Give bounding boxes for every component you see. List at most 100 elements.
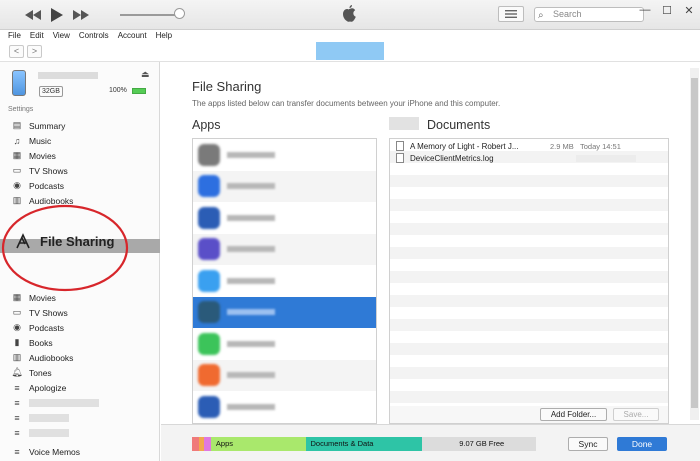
documents-list[interactable]: A Memory of Light - Robert J... 2.9 MB T… — [389, 138, 669, 408]
storage-segment — [192, 437, 199, 451]
playlist-icon: ≡ — [14, 382, 20, 393]
numbers-app-icon — [198, 332, 220, 355]
volume-slider[interactable] — [120, 14, 180, 16]
app-icon — [198, 301, 220, 323]
sidebar-item-playlist-redacted[interactable]: ≡ — [0, 410, 160, 425]
word-app-icon — [198, 206, 220, 229]
search-placeholder: Search — [553, 9, 582, 19]
film-icon: ▦ — [12, 150, 22, 160]
scrollbar-thumb[interactable] — [691, 78, 698, 408]
book-icon: ▮ — [14, 337, 20, 347]
menu-account[interactable]: Account — [118, 30, 147, 42]
sidebar-item-summary[interactable]: ▤ Summary — [0, 118, 160, 133]
document-name: DeviceClientMetrics.log — [410, 153, 494, 163]
sidebar-item-device-audiobooks[interactable]: ▥ Audiobooks — [0, 350, 160, 365]
audiobook-icon: ▥ — [12, 352, 22, 362]
sidebar-item-music[interactable]: ♫ Music — [0, 133, 160, 148]
list-item[interactable] — [193, 170, 376, 202]
sidebar-item-podcasts[interactable]: ◉ Podcasts — [0, 178, 160, 193]
word-app-icon — [198, 395, 220, 418]
menu-edit[interactable]: Edit — [30, 30, 44, 42]
podcast-icon: ◉ — [13, 322, 21, 332]
list-item[interactable] — [193, 328, 376, 359]
device-header: ⏏ 32GB 100% — [0, 62, 160, 104]
list-item[interactable] — [193, 233, 376, 265]
list-item[interactable]: DeviceClientMetrics.log — [390, 152, 668, 164]
forward-button[interactable]: > — [27, 45, 42, 58]
sidebar-item-tv-shows[interactable]: ▭ TV Shows — [0, 163, 160, 178]
sidebar-item-label: Tones — [29, 367, 52, 378]
document-name: A Memory of Light - Robert J... — [410, 141, 519, 151]
documents-footer: Add Folder... Save... — [389, 406, 669, 424]
play-icon[interactable] — [48, 6, 66, 24]
back-button[interactable]: < — [9, 45, 24, 58]
sidebar-item-label: Podcasts — [29, 322, 64, 333]
list-item[interactable] — [193, 202, 376, 233]
minimize-icon[interactable]: — — [634, 0, 656, 20]
sidebar-item-device-tones[interactable]: 🔔︎ Tones — [0, 365, 160, 380]
battery-icon — [132, 88, 146, 94]
sidebar-item-playlist-apologize[interactable]: ≡ Apologize — [0, 380, 160, 395]
sidebar-item-playlist-redacted[interactable]: ≡ — [0, 425, 160, 440]
bell-icon: 🔔︎ — [11, 367, 23, 377]
sidebar-item-device-tv-shows[interactable]: ▭ TV Shows — [0, 305, 160, 320]
sidebar-item-device-books[interactable]: ▮ Books — [0, 335, 160, 350]
sidebar-item-label: Voice Memos — [29, 446, 81, 457]
maximize-icon[interactable]: ☐ — [656, 0, 678, 20]
file-icon — [396, 153, 404, 163]
list-view-button[interactable] — [498, 6, 524, 22]
search-input[interactable]: ⌕ Search — [534, 7, 644, 22]
rewind-icon[interactable] — [24, 6, 42, 24]
browser-app-icon — [198, 175, 220, 197]
sidebar-item-device-podcasts[interactable]: ◉ Podcasts — [0, 320, 160, 335]
device-name-redacted — [38, 72, 98, 79]
garageband-app-icon — [198, 364, 220, 386]
done-button[interactable]: Done — [617, 437, 667, 451]
app-name-redacted — [227, 246, 275, 252]
highlight-oval — [1, 204, 129, 292]
sidebar-item-label: Movies — [29, 150, 56, 161]
storage-segment: Documents & Data — [305, 437, 423, 451]
documents-app-icon — [198, 143, 220, 166]
redacted-label — [29, 413, 69, 422]
music-note-icon: ♫ — [13, 135, 21, 146]
sync-button[interactable]: Sync — [568, 437, 608, 451]
sidebar-item-label: Music — [29, 135, 52, 146]
save-button[interactable]: Save... — [613, 408, 659, 421]
sidebar-item-label: Summary — [29, 120, 66, 131]
close-icon[interactable]: ✕ — [678, 0, 700, 20]
app-name-redacted — [227, 340, 275, 347]
device-button[interactable] — [316, 42, 384, 60]
tv-icon: ▭ — [12, 165, 22, 175]
list-item[interactable] — [193, 265, 376, 296]
app-name-redacted — [227, 151, 275, 158]
list-item[interactable] — [193, 296, 376, 328]
sidebar-item-movies[interactable]: ▦ Movies — [0, 148, 160, 163]
eject-icon[interactable]: ⏏ — [141, 69, 150, 80]
redacted-label — [29, 398, 99, 407]
menu-view[interactable]: View — [53, 30, 70, 42]
list-item[interactable]: A Memory of Light - Robert J... 2.9 MB T… — [390, 140, 668, 152]
list-item[interactable] — [193, 391, 376, 422]
apple-icon — [343, 5, 356, 22]
menu-file[interactable]: File — [8, 30, 21, 42]
apps-list[interactable] — [192, 138, 377, 424]
volume-knob[interactable] — [174, 8, 185, 19]
nav-row: < > — [0, 42, 700, 62]
menu-help[interactable]: Help — [156, 30, 172, 42]
storage-segment: 9.07 GB Free — [422, 437, 536, 451]
redacted-label — [29, 428, 69, 437]
menu-controls[interactable]: Controls — [79, 30, 109, 42]
sidebar-item-voice-memos[interactable]: ≡ Voice Memos — [0, 444, 160, 459]
storage-bar: Apps Documents & Data 9.07 GB Free — [192, 437, 536, 451]
page-title: File Sharing — [192, 79, 262, 94]
list-item[interactable] — [193, 359, 376, 391]
fast-forward-icon[interactable] — [72, 6, 90, 24]
document-date: Today 14:51 — [580, 141, 621, 151]
scrollbar[interactable] — [690, 68, 699, 420]
list-item[interactable] — [193, 139, 376, 170]
playlist-icon: ≡ — [14, 427, 20, 438]
sidebar-item-playlist-redacted[interactable]: ≡ — [0, 395, 160, 410]
summary-icon: ▤ — [12, 120, 22, 130]
add-folder-button[interactable]: Add Folder... — [540, 408, 607, 421]
